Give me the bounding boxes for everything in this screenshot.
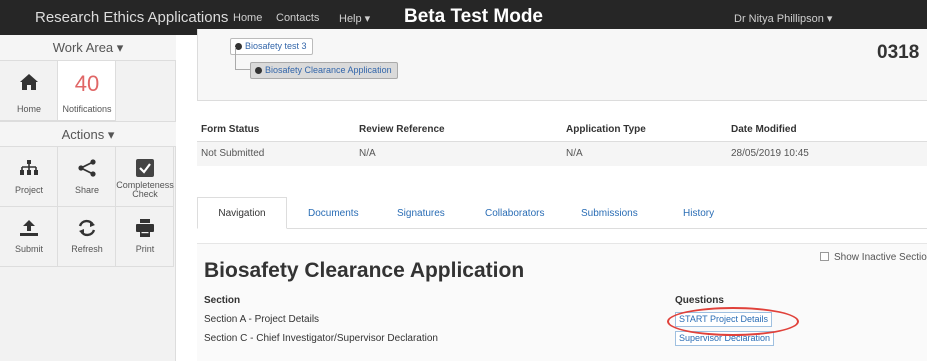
- tree-connector: [235, 47, 236, 69]
- tab-collaborators[interactable]: Collaborators: [485, 208, 544, 219]
- tree-connector: [235, 69, 250, 70]
- actions-header[interactable]: Actions ▾: [0, 121, 176, 147]
- application-reference-number: 0318: [877, 42, 920, 63]
- tree-node-parent[interactable]: Biosafety test 3: [230, 38, 313, 55]
- column-header: Review Reference: [359, 124, 445, 135]
- print-label: Print: [135, 244, 155, 254]
- notifications-tile[interactable]: 40 Notifications: [58, 61, 116, 121]
- share-icon: [78, 159, 96, 177]
- column-header: Application Type: [566, 124, 646, 135]
- tab-history[interactable]: History: [683, 208, 714, 219]
- section-column-header: Section: [204, 295, 241, 306]
- notifications-count: 40: [74, 71, 100, 96]
- app-brand[interactable]: Research Ethics Applications: [35, 9, 228, 26]
- sidebar: Work Area ▾ Home 40 Notifications Action…: [0, 35, 176, 361]
- tab-submissions[interactable]: Submissions: [581, 208, 638, 219]
- work-area-header[interactable]: Work Area ▾: [0, 35, 176, 61]
- refresh-icon: [78, 219, 96, 237]
- share-label: Share: [74, 185, 100, 195]
- project-action[interactable]: Project: [0, 147, 58, 207]
- table-row: Not Submitted N/A N/A 28/05/2019 10:45: [197, 142, 927, 166]
- notifications-label: Notifications: [62, 104, 112, 114]
- section-label: Section A - Project Details: [204, 314, 320, 325]
- expand-collapse-icon: [235, 43, 242, 50]
- show-inactive-toggle[interactable]: Show Inactive Section: [820, 252, 927, 263]
- questions-column-header: Questions: [675, 295, 724, 306]
- completeness-check-label: Completeness Check: [116, 180, 174, 199]
- home-icon: [20, 74, 38, 90]
- tree-node-parent-label: Biosafety test 3: [245, 41, 307, 51]
- beta-mode-banner: Beta Test Mode: [404, 6, 544, 27]
- upload-icon: [20, 220, 38, 236]
- print-action[interactable]: Print: [116, 207, 174, 267]
- refresh-label: Refresh: [71, 244, 103, 254]
- checkbox-icon: [136, 159, 154, 177]
- tree-node-child-label: Biosafety Clearance Application: [265, 65, 392, 75]
- home-label: Home: [16, 104, 41, 114]
- nav-contacts-link[interactable]: Contacts: [276, 12, 319, 24]
- application-type-value: N/A: [566, 148, 583, 159]
- form-title: Biosafety Clearance Application: [204, 259, 525, 282]
- home-tile[interactable]: Home: [0, 61, 58, 121]
- tabs-divider: [197, 228, 927, 229]
- status-table-header: Form Status Review Reference Application…: [197, 116, 927, 142]
- tree-node-selected[interactable]: Biosafety Clearance Application: [250, 62, 398, 79]
- project-label: Project: [14, 185, 43, 195]
- completeness-check-action[interactable]: Completeness Check: [116, 147, 174, 207]
- submit-action[interactable]: Submit: [0, 207, 58, 267]
- tab-navigation[interactable]: Navigation: [197, 197, 287, 229]
- review-reference-value: N/A: [359, 148, 376, 159]
- show-inactive-checkbox[interactable]: [820, 252, 829, 261]
- user-menu[interactable]: Dr Nitya Phillipson ▾: [734, 12, 832, 25]
- print-icon: [136, 219, 154, 237]
- expand-collapse-icon: [255, 67, 262, 74]
- nav-help-menu[interactable]: Help ▾: [339, 12, 370, 25]
- refresh-action[interactable]: Refresh: [58, 207, 116, 267]
- column-header: Date Modified: [731, 124, 797, 135]
- submit-label: Submit: [14, 244, 43, 254]
- nav-home-link[interactable]: Home: [233, 12, 262, 24]
- tab-documents[interactable]: Documents: [308, 208, 359, 219]
- share-action[interactable]: Share: [58, 147, 116, 207]
- form-status-value: Not Submitted: [201, 148, 265, 159]
- sitemap-icon: [20, 160, 38, 175]
- column-header: Form Status: [201, 124, 260, 135]
- show-inactive-label: Show Inactive Section: [834, 252, 927, 263]
- section-label: Section C - Chief Investigator/Superviso…: [204, 333, 438, 344]
- tab-signatures[interactable]: Signatures: [397, 208, 445, 219]
- date-modified-value: 28/05/2019 10:45: [731, 148, 809, 159]
- highlight-annotation: [667, 307, 799, 336]
